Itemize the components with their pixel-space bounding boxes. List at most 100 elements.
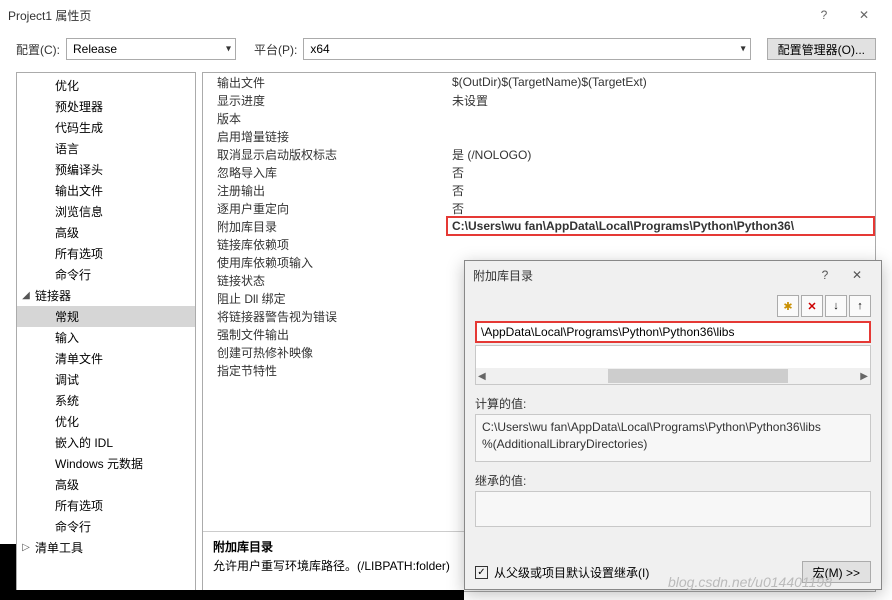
tree-item[interactable]: 常规 <box>17 306 195 327</box>
dialog-close-button[interactable]: ✕ <box>841 262 873 288</box>
tree-item[interactable]: 调试 <box>17 369 195 390</box>
tree-group[interactable]: ◢链接器 <box>17 285 195 306</box>
tree-item-label: 浏览信息 <box>51 203 103 220</box>
delete-line-button[interactable]: ✕ <box>801 295 823 317</box>
tree-item[interactable]: 嵌入的 IDL <box>17 432 195 453</box>
tree-item-label: 预编译头 <box>51 161 103 178</box>
property-name: 附加库目录 <box>203 218 446 235</box>
path-input[interactable]: \AppData\Local\Programs\Python\Python36\… <box>475 321 871 343</box>
tree-item-label: 优化 <box>51 77 79 94</box>
computed-value-box: C:\Users\wu fan\AppData\Local\Programs\P… <box>475 414 871 462</box>
property-name: 逐用户重定向 <box>203 200 446 217</box>
tree-item[interactable]: 命令行 <box>17 264 195 285</box>
tree-item-label: 链接器 <box>35 287 71 304</box>
property-name: 输出文件 <box>203 74 446 91</box>
property-row[interactable]: 输出文件$(OutDir)$(TargetName)$(TargetExt) <box>203 73 875 91</box>
tree-item-label: 所有选项 <box>51 497 103 514</box>
dialog-title: 附加库目录 <box>473 267 809 284</box>
property-value[interactable]: 未设置 <box>446 92 875 109</box>
scroll-left-icon[interactable]: ◀ <box>478 371 486 382</box>
property-value[interactable]: 是 (/NOLOGO) <box>446 146 875 163</box>
tree-item-label: 系统 <box>51 392 79 409</box>
tree-item[interactable]: 语言 <box>17 138 195 159</box>
tree-item[interactable]: 高级 <box>17 474 195 495</box>
tree-item[interactable]: 输出文件 <box>17 180 195 201</box>
property-value[interactable]: C:\Users\wu fan\AppData\Local\Programs\P… <box>446 216 875 236</box>
tree-item-label: 输出文件 <box>51 182 103 199</box>
help-button[interactable]: ? <box>804 0 844 30</box>
tree-item[interactable]: 输入 <box>17 327 195 348</box>
inherit-checkbox[interactable]: ✓ <box>475 566 488 579</box>
tree-item[interactable]: 浏览信息 <box>17 201 195 222</box>
platform-value: x64 <box>310 42 329 56</box>
dialog-titlebar: 附加库目录 ? ✕ <box>465 261 881 289</box>
tree-item[interactable]: 优化 <box>17 75 195 96</box>
property-value[interactable]: 否 <box>446 164 875 181</box>
property-name: 链接库依赖项 <box>203 236 446 253</box>
tree-item-label: 嵌入的 IDL <box>51 434 113 451</box>
property-name: 将链接器警告视为错误 <box>203 308 446 325</box>
property-name: 使用库依赖项输入 <box>203 254 446 271</box>
path-list[interactable]: ◀ ▶ <box>475 345 871 385</box>
property-row[interactable]: 显示进度未设置 <box>203 91 875 109</box>
tree-item[interactable]: Windows 元数据 <box>17 453 195 474</box>
tree-item[interactable]: 优化 <box>17 411 195 432</box>
tree-item[interactable]: 高级 <box>17 222 195 243</box>
close-button[interactable]: ✕ <box>844 0 884 30</box>
tree-item[interactable]: 代码生成 <box>17 117 195 138</box>
chevron-down-icon: ▾ <box>226 44 231 55</box>
tree-item[interactable]: 预编译头 <box>17 159 195 180</box>
property-name: 链接状态 <box>203 272 446 289</box>
config-manager-button[interactable]: 配置管理器(O)... <box>767 38 876 60</box>
additional-lib-dirs-dialog: 附加库目录 ? ✕ ✱ ✕ ↓ ↑ \AppData\Local\Program… <box>464 260 882 590</box>
tree-item-label: 清单工具 <box>35 539 83 556</box>
tree-item-label: 输入 <box>51 329 79 346</box>
property-row[interactable]: 版本 <box>203 109 875 127</box>
tree-item-label: 命令行 <box>51 266 91 283</box>
property-row[interactable]: 附加库目录C:\Users\wu fan\AppData\Local\Progr… <box>203 217 875 235</box>
tree-item[interactable]: 所有选项 <box>17 243 195 264</box>
platform-combo[interactable]: x64 ▾ <box>303 38 750 60</box>
property-value[interactable]: $(OutDir)$(TargetName)$(TargetExt) <box>446 75 875 89</box>
tree-item-label: 优化 <box>51 413 79 430</box>
config-value: Release <box>73 42 117 56</box>
computed-value: C:\Users\wu fan\AppData\Local\Programs\P… <box>482 419 864 453</box>
property-name: 阻止 Dll 绑定 <box>203 290 446 307</box>
scroll-thumb[interactable] <box>608 369 788 383</box>
property-value[interactable]: 否 <box>446 182 875 199</box>
property-row[interactable]: 忽略导入库否 <box>203 163 875 181</box>
tree-item[interactable]: 命令行 <box>17 516 195 537</box>
tree-item-label: 高级 <box>51 476 79 493</box>
tree-item[interactable]: 系统 <box>17 390 195 411</box>
property-row[interactable]: 启用增量链接 <box>203 127 875 145</box>
dialog-help-button[interactable]: ? <box>809 262 841 288</box>
tree-group[interactable]: ▷清单工具 <box>17 537 195 558</box>
property-row[interactable]: 链接库依赖项 <box>203 235 875 253</box>
horizontal-scrollbar[interactable]: ◀ ▶ <box>476 368 870 384</box>
bg-fragment <box>0 590 464 600</box>
macro-button[interactable]: 宏(M) >> <box>802 561 871 583</box>
nav-tree[interactable]: 优化预处理器代码生成语言预编译头输出文件浏览信息高级所有选项命令行◢链接器常规输… <box>16 72 196 592</box>
property-name: 指定节特性 <box>203 362 446 379</box>
scroll-right-icon[interactable]: ▶ <box>860 371 868 382</box>
property-row[interactable]: 取消显示启动版权标志是 (/NOLOGO) <box>203 145 875 163</box>
tree-item-label: 高级 <box>51 224 79 241</box>
property-name: 版本 <box>203 110 446 127</box>
move-down-button[interactable]: ↓ <box>825 295 847 317</box>
titlebar: Project1 属性页 ? ✕ <box>0 0 892 30</box>
tree-item-label: 调试 <box>51 371 79 388</box>
tree-item[interactable]: 预处理器 <box>17 96 195 117</box>
move-up-button[interactable]: ↑ <box>849 295 871 317</box>
property-row[interactable]: 注册输出否 <box>203 181 875 199</box>
tree-item[interactable]: 清单文件 <box>17 348 195 369</box>
config-combo[interactable]: Release ▾ <box>66 38 236 60</box>
property-name: 注册输出 <box>203 182 446 199</box>
new-line-button[interactable]: ✱ <box>777 295 799 317</box>
tree-item-label: 预处理器 <box>51 98 103 115</box>
inherit-checkbox-label: 从父级或项目默认设置继承(I) <box>494 564 649 581</box>
property-value[interactable]: 否 <box>446 200 875 217</box>
tree-item[interactable]: 所有选项 <box>17 495 195 516</box>
tree-item-label: 命令行 <box>51 518 91 535</box>
dialog-toolbar: ✱ ✕ ↓ ↑ <box>475 295 871 317</box>
property-row[interactable]: 逐用户重定向否 <box>203 199 875 217</box>
